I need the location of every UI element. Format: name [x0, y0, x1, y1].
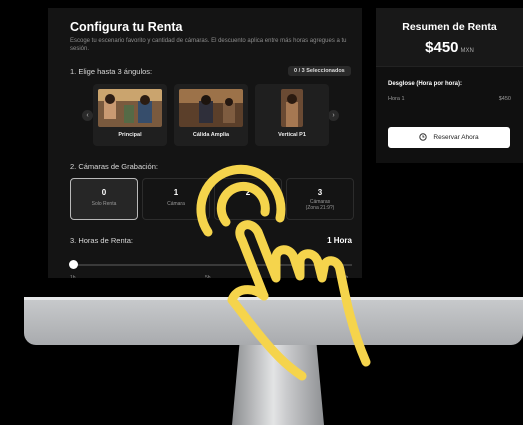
tap-hand-icon	[196, 164, 371, 381]
